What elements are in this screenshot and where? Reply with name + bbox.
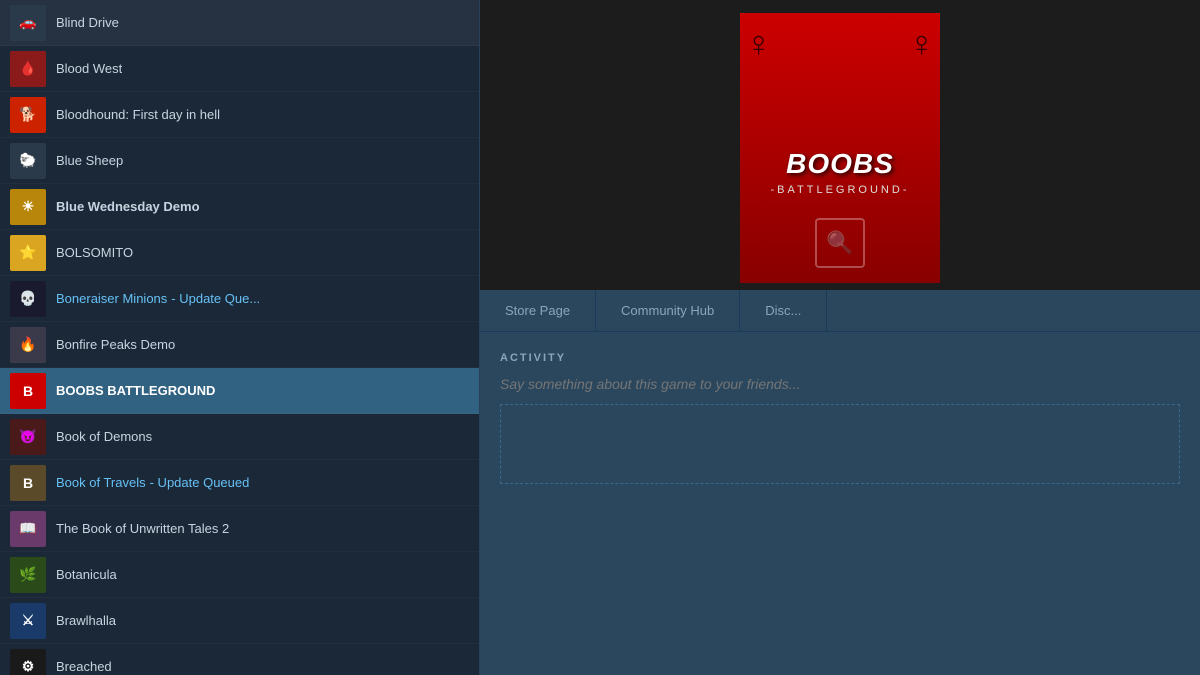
game-thumb-boneraiser: 💀 xyxy=(10,281,46,317)
sidebar-item-boobs[interactable]: B BOOBS BATTLEGROUND xyxy=(0,368,479,414)
cover-silhouettes: ♀ ♀ xyxy=(740,23,940,65)
game-title-row-blind-drive: Blind Drive xyxy=(56,15,119,30)
game-title-row-blue-sheep: Blue Sheep xyxy=(56,153,123,168)
game-thumb-bolsomito: ⭐ xyxy=(10,235,46,271)
game-title-row-brawlhalla: Brawlhalla xyxy=(56,613,116,628)
game-title-blind-drive: Blind Drive xyxy=(56,15,119,30)
tab-discussions[interactable]: Disc... xyxy=(740,290,827,331)
activity-content-box xyxy=(500,404,1180,484)
game-title-row-book-travels: Book of Travels - Update Queued xyxy=(56,475,249,490)
game-thumb-breached: ⚙ xyxy=(10,649,46,675)
sidebar-item-bolsomito[interactable]: ⭐ BOLSOMITO xyxy=(0,230,479,276)
sidebar-item-book-unwritten[interactable]: 📖 The Book of Unwritten Tales 2 xyxy=(0,506,479,552)
game-title-row-bonfire: Bonfire Peaks Demo xyxy=(56,337,175,352)
game-thumb-brawlhalla: ⚔ xyxy=(10,603,46,639)
cover-search-icon: 🔍 xyxy=(815,218,865,268)
game-title-row-breached: Breached xyxy=(56,659,112,674)
sidebar-item-brawlhalla[interactable]: ⚔ Brawlhalla xyxy=(0,598,479,644)
activity-section-label: ACTIVITY xyxy=(500,352,1180,364)
sidebar-item-book-demons[interactable]: 😈 Book of Demons xyxy=(0,414,479,460)
cover-game-subtitle: -BATTLEGROUND- xyxy=(771,184,910,196)
game-thumb-blood-west: 🩸 xyxy=(10,51,46,87)
game-title-breached: Breached xyxy=(56,659,112,674)
game-library-sidebar: 🚗 Blind Drive 🩸 Blood West 🐕 Bloodhound: Firs… xyxy=(0,0,480,675)
activity-input[interactable] xyxy=(500,376,1180,392)
update-text-boneraiser: - Update Que... xyxy=(171,291,260,306)
game-title-row-book-unwritten: The Book of Unwritten Tales 2 xyxy=(56,521,229,536)
game-thumb-boobs: B xyxy=(10,373,46,409)
game-thumb-book-travels: B xyxy=(10,465,46,501)
game-detail-panel: ♀ ♀ BOOBS -BATTLEGROUND- 🔍 Store Page Co… xyxy=(480,0,1200,675)
game-title-bloodhound: Bloodhound: First day in hell xyxy=(56,107,220,122)
game-title-row-blood-west: Blood West xyxy=(56,61,122,76)
game-thumb-blue-sheep: 🐑 xyxy=(10,143,46,179)
game-title-row-bloodhound: Bloodhound: First day in hell xyxy=(56,107,220,122)
sidebar-item-blood-west[interactable]: 🩸 Blood West xyxy=(0,46,479,92)
game-title-row-book-demons: Book of Demons xyxy=(56,429,152,444)
game-title-blue-wednesday: Blue Wednesday Demo xyxy=(56,199,200,214)
sidebar-item-blue-sheep[interactable]: 🐑 Blue Sheep xyxy=(0,138,479,184)
game-thumb-book-unwritten: 📖 xyxy=(10,511,46,547)
game-nav-tabs: Store Page Community Hub Disc... xyxy=(480,290,1200,332)
sidebar-item-bonfire[interactable]: 🔥 Bonfire Peaks Demo xyxy=(0,322,479,368)
game-title-brawlhalla: Brawlhalla xyxy=(56,613,116,628)
cover-game-title: BOOBS xyxy=(771,149,910,180)
game-thumb-blind-drive: 🚗 xyxy=(10,5,46,41)
sidebar-item-blind-drive[interactable]: 🚗 Blind Drive xyxy=(0,0,479,46)
game-title-row-boneraiser: Boneraiser Minions - Update Que... xyxy=(56,291,260,306)
sidebar-item-bloodhound[interactable]: 🐕 Bloodhound: First day in hell xyxy=(0,92,479,138)
game-title-book-unwritten: The Book of Unwritten Tales 2 xyxy=(56,521,229,536)
tab-community-hub[interactable]: Community Hub xyxy=(596,290,740,331)
game-title-book-travels: Book of Travels xyxy=(56,475,146,490)
game-title-boneraiser: Boneraiser Minions xyxy=(56,291,167,306)
activity-section: ACTIVITY xyxy=(480,332,1200,675)
game-hero-section: ♀ ♀ BOOBS -BATTLEGROUND- 🔍 xyxy=(480,0,1200,290)
sidebar-item-botanicula[interactable]: 🌿 Botanicula xyxy=(0,552,479,598)
update-text-book-travels: - Update Queued xyxy=(150,475,250,490)
sidebar-item-boneraiser[interactable]: 💀 Boneraiser Minions - Update Que... xyxy=(0,276,479,322)
game-title-row-boobs: BOOBS BATTLEGROUND xyxy=(56,383,215,398)
sidebar-item-breached[interactable]: ⚙ Breached xyxy=(0,644,479,675)
silhouette-right: ♀ xyxy=(908,23,935,65)
game-title-botanicula: Botanicula xyxy=(56,567,117,582)
game-title-row-bolsomito: BOLSOMITO xyxy=(56,245,133,260)
sidebar-item-book-travels[interactable]: B Book of Travels - Update Queued xyxy=(0,460,479,506)
sidebar-item-blue-wednesday[interactable]: ☀ Blue Wednesday Demo xyxy=(0,184,479,230)
hero-background: ♀ ♀ BOOBS -BATTLEGROUND- 🔍 xyxy=(480,0,1200,290)
silhouette-left: ♀ xyxy=(745,23,772,65)
game-title-bolsomito: BOLSOMITO xyxy=(56,245,133,260)
game-title-row-blue-wednesday: Blue Wednesday Demo xyxy=(56,199,200,214)
tab-store-page[interactable]: Store Page xyxy=(480,290,596,331)
game-thumb-book-demons: 😈 xyxy=(10,419,46,455)
game-thumb-bloodhound: 🐕 xyxy=(10,97,46,133)
game-title-blue-sheep: Blue Sheep xyxy=(56,153,123,168)
game-thumb-botanicula: 🌿 xyxy=(10,557,46,593)
game-thumb-blue-wednesday: ☀ xyxy=(10,189,46,225)
game-title-bonfire: Bonfire Peaks Demo xyxy=(56,337,175,352)
game-title-blood-west: Blood West xyxy=(56,61,122,76)
game-title-row-botanicula: Botanicula xyxy=(56,567,117,582)
game-cover-image: ♀ ♀ BOOBS -BATTLEGROUND- 🔍 xyxy=(740,13,940,283)
game-title-boobs: BOOBS BATTLEGROUND xyxy=(56,383,215,398)
game-thumb-bonfire: 🔥 xyxy=(10,327,46,363)
game-title-book-demons: Book of Demons xyxy=(56,429,152,444)
